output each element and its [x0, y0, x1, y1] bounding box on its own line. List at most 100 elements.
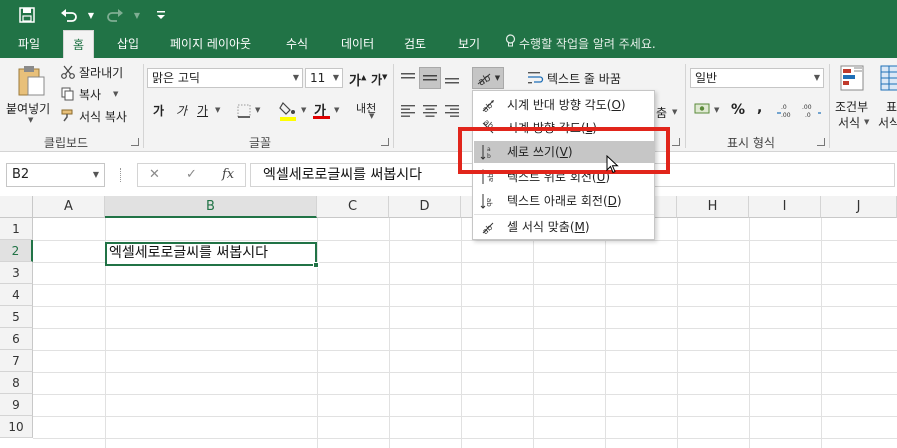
conditional-dropdown-icon[interactable]: ▼ — [864, 118, 869, 126]
undo-icon[interactable] — [58, 4, 80, 26]
conditional-formatting-label-1[interactable]: 조건부 — [835, 98, 868, 115]
menu-item-counterclockwise[interactable]: ab 시계 반대 방향 각도(O) — [474, 94, 654, 116]
merge-dropdown-icon[interactable]: ▼ — [672, 108, 677, 116]
tell-me-box[interactable]: 수행할 작업을 알려 주세요. — [505, 30, 656, 58]
format-painter-icon[interactable] — [60, 108, 76, 124]
increase-font-size-button[interactable]: 가▲ — [349, 70, 366, 89]
mouse-pointer-icon — [606, 154, 620, 178]
align-left-icon[interactable] — [399, 102, 417, 120]
alignment-launcher-icon[interactable] — [672, 138, 680, 146]
border-icon[interactable] — [235, 102, 253, 120]
orientation-button[interactable]: ab ▼ — [472, 67, 504, 89]
copy-button[interactable]: 복사 — [79, 86, 101, 103]
tab-formulas[interactable]: 수식 — [277, 30, 317, 58]
middle-align-icon[interactable] — [419, 67, 441, 89]
percent-style-button[interactable]: % — [731, 102, 745, 118]
tab-home[interactable]: 홈 — [63, 30, 95, 58]
clipboard-launcher-icon[interactable] — [131, 138, 139, 146]
redo-dropdown-icon[interactable]: ▼ — [126, 4, 148, 26]
number-launcher-icon[interactable] — [817, 138, 825, 146]
format-as-table-icon[interactable] — [880, 64, 897, 94]
formula-bar-grip[interactable] — [120, 168, 123, 182]
fill-handle[interactable] — [313, 262, 319, 268]
highlight-annotation — [458, 127, 670, 174]
row-header-7[interactable]: 7 — [0, 350, 33, 372]
tab-view[interactable]: 보기 — [449, 30, 489, 58]
worksheet-grid[interactable]: A B C D E F G H I J 1 2 3 4 5 6 7 8 9 10 — [0, 196, 897, 448]
decrease-font-size-button[interactable]: 가▼ — [371, 71, 387, 88]
fill-color-dropdown-icon[interactable]: ▼ — [301, 106, 306, 114]
undo-dropdown-icon[interactable]: ▼ — [80, 4, 102, 26]
enter-icon[interactable]: ✓ — [186, 164, 197, 186]
bottom-align-icon[interactable] — [443, 69, 461, 87]
row-header-1[interactable]: 1 — [0, 218, 33, 240]
row-header-5[interactable]: 5 — [0, 306, 33, 328]
select-all-corner[interactable] — [0, 196, 33, 218]
merge-center-button[interactable]: 춤 — [656, 104, 667, 121]
accounting-format-icon[interactable] — [692, 100, 714, 118]
align-center-icon[interactable] — [421, 102, 439, 120]
cut-icon[interactable] — [60, 64, 76, 80]
font-size-combo[interactable]: 11 ▼ — [305, 68, 343, 88]
underline-button[interactable]: 가 — [197, 102, 208, 119]
row-header-10[interactable]: 10 — [0, 416, 33, 438]
font-color-dropdown-icon[interactable]: ▼ — [334, 106, 339, 114]
menu-item-rotate-down[interactable]: ab 텍스트 아래로 회전(D) — [474, 190, 654, 212]
increase-decimal-icon[interactable]: .0.00 — [776, 100, 798, 120]
font-launcher-icon[interactable] — [381, 138, 389, 146]
column-header-c[interactable]: C — [317, 196, 389, 218]
row-header-9[interactable]: 9 — [0, 394, 33, 416]
row-header-2[interactable]: 2 — [0, 240, 33, 262]
formula-buttons: ✕ ✓ fx — [137, 163, 246, 187]
conditional-formatting-label-2[interactable]: 서식 — [838, 114, 860, 131]
column-header-d[interactable]: D — [389, 196, 461, 218]
column-header-b[interactable]: B — [105, 196, 317, 218]
paste-icon[interactable] — [14, 64, 48, 98]
comma-style-button[interactable]: , — [757, 100, 762, 116]
cancel-icon[interactable]: ✕ — [149, 164, 160, 186]
accounting-dropdown-icon[interactable]: ▼ — [714, 106, 719, 114]
format-as-table-label-2[interactable]: 서식 — [878, 114, 897, 131]
row-header-8[interactable]: 8 — [0, 372, 33, 394]
redo-icon[interactable] — [104, 4, 126, 26]
cut-button[interactable]: 잘라내기 — [79, 64, 123, 81]
align-right-icon[interactable] — [443, 102, 461, 120]
bold-button[interactable]: 가 — [153, 102, 164, 119]
copy-dropdown-icon[interactable]: ▼ — [113, 90, 118, 98]
tab-insert[interactable]: 삽입 — [108, 30, 148, 58]
selected-cell-b2[interactable]: 엑셀세로로글씨를 써봅시다 — [105, 242, 317, 266]
italic-button[interactable]: 가 — [176, 102, 187, 119]
top-align-icon[interactable] — [399, 69, 417, 87]
insert-function-icon[interactable]: fx — [222, 164, 234, 186]
paste-button[interactable]: 붙여넣기 — [6, 100, 50, 117]
decrease-decimal-icon[interactable]: .00.0 — [800, 100, 822, 120]
save-icon[interactable] — [16, 4, 38, 26]
number-format-combo[interactable]: 일반 ▼ — [690, 68, 824, 88]
tab-page-layout[interactable]: 페이지 레이아웃 — [161, 30, 260, 58]
wrap-text-icon[interactable] — [527, 69, 545, 87]
copy-icon[interactable] — [60, 86, 76, 102]
conditional-formatting-icon[interactable] — [838, 64, 868, 94]
row-header-6[interactable]: 6 — [0, 328, 33, 350]
underline-dropdown-icon[interactable]: ▼ — [215, 106, 220, 114]
row-header-3[interactable]: 3 — [0, 262, 33, 284]
column-header-j[interactable]: J — [821, 196, 897, 218]
tab-file[interactable]: 파일 — [9, 30, 49, 58]
font-name-combo[interactable]: 맑은 고딕 ▼ — [147, 68, 303, 88]
phonetic-dropdown-icon[interactable]: ▼ — [369, 112, 374, 120]
border-dropdown-icon[interactable]: ▼ — [255, 106, 260, 114]
customize-qat-icon[interactable] — [150, 4, 172, 26]
paste-dropdown-icon[interactable]: ▼ — [28, 116, 33, 124]
fill-color-icon[interactable] — [278, 98, 298, 122]
format-painter-button[interactable]: 서식 복사 — [79, 108, 127, 125]
row-header-4[interactable]: 4 — [0, 284, 33, 306]
format-as-table-label-1[interactable]: 표 — [886, 98, 897, 115]
name-box[interactable]: B2 ▼ — [6, 163, 105, 187]
menu-item-format-cell-alignment[interactable]: ab 셀 서식 맞춤(M) — [474, 216, 654, 238]
tab-data[interactable]: 데이터 — [332, 30, 383, 58]
column-header-h[interactable]: H — [677, 196, 749, 218]
tab-review[interactable]: 검토 — [395, 30, 435, 58]
column-header-a[interactable]: A — [33, 196, 105, 218]
wrap-text-button[interactable]: 텍스트 줄 바꿈 — [547, 70, 621, 87]
column-header-i[interactable]: I — [749, 196, 821, 218]
